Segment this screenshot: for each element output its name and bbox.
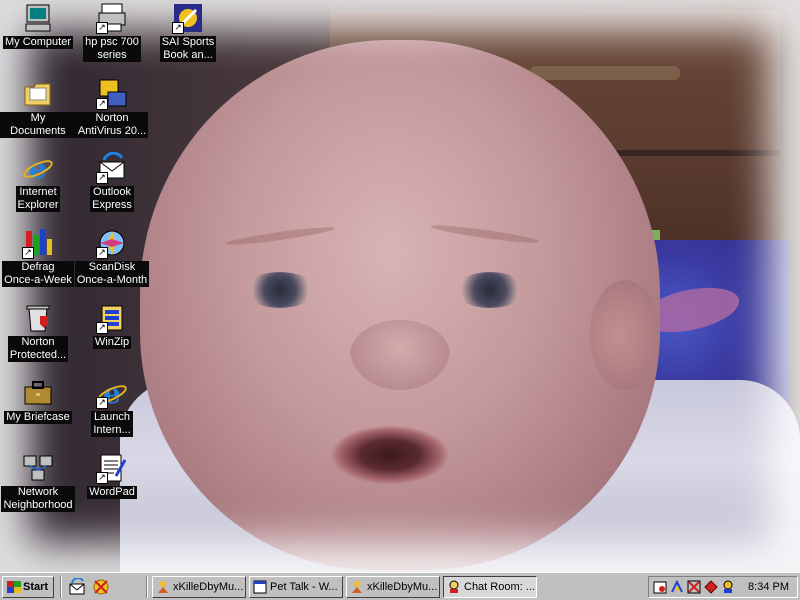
desktop-icon-wordpad[interactable]: ↗ WordPad xyxy=(74,452,150,499)
task-label: Chat Room: ... xyxy=(464,581,535,593)
shield-icon[interactable] xyxy=(704,580,718,594)
internet-explorer-icon: e ↗ xyxy=(96,377,128,410)
taskbar-separator xyxy=(60,576,62,598)
icon-label: Norton Protected... xyxy=(7,336,69,362)
taskbar-separator xyxy=(146,576,148,598)
taskbar: Start xKilleDbyMu... Pet Talk - W... xKi… xyxy=(0,572,800,600)
windows-flag-icon xyxy=(7,581,21,593)
shortcut-arrow-icon: ↗ xyxy=(22,247,34,259)
quick-launch-outlook-express-icon[interactable] xyxy=(68,577,86,596)
icon-label: Internet Explorer xyxy=(15,186,61,212)
document-icon xyxy=(253,580,267,594)
computer-icon xyxy=(22,2,54,34)
chat-icon xyxy=(447,580,461,594)
start-label: Start xyxy=(23,581,49,593)
icon-label: Launch Intern... xyxy=(91,411,133,437)
shortcut-arrow-icon: ↗ xyxy=(96,322,108,334)
desktop-icon-winzip[interactable]: ↗ WinZip xyxy=(74,302,150,349)
scandisk-icon: ↗ xyxy=(96,227,128,259)
icon-label: Network Neighborhood xyxy=(1,486,75,512)
messenger-icon[interactable] xyxy=(721,580,735,594)
clock[interactable]: 8:34 PM xyxy=(748,581,789,593)
icon-label: hp psc 700 series xyxy=(83,36,141,62)
desktop-icon-my-computer[interactable]: My Computer xyxy=(0,2,76,49)
wordpad-icon: ↗ xyxy=(96,452,128,484)
briefcase-icon xyxy=(22,377,54,409)
desktop-icon-scandisk[interactable]: ↗ ScanDisk Once-a-Month xyxy=(74,227,150,287)
desktop-icon-internet-explorer[interactable]: e Internet Explorer xyxy=(0,152,76,212)
shortcut-arrow-icon: ↗ xyxy=(96,98,108,110)
folder-icon xyxy=(22,78,54,110)
icon-label: Outlook Express xyxy=(90,186,134,212)
desktop-icon-hp-psc-700[interactable]: ↗ hp psc 700 series xyxy=(74,2,150,62)
user-icon xyxy=(156,580,170,594)
icon-label: My Documents xyxy=(0,112,76,138)
start-button[interactable]: Start xyxy=(2,576,54,598)
scheduler-icon[interactable] xyxy=(653,580,667,594)
icon-label: My Computer xyxy=(2,36,74,49)
desktop-icon-defrag[interactable]: ↗ Defrag Once-a-Week xyxy=(0,227,76,287)
desktop-icon-norton-antivirus[interactable]: ↗ Norton AntiVirus 20... xyxy=(74,78,150,138)
desktop-icon-network-neighborhood[interactable]: Network Neighborhood xyxy=(0,452,76,512)
desktop-icon-norton-protected-recycle-bin[interactable]: Norton Protected... xyxy=(0,302,76,362)
desktop-icon-sai-sports[interactable]: ↗ SAI Sports Book an... xyxy=(150,2,226,62)
sportsbook-icon: ↗ xyxy=(172,2,204,34)
network-icon xyxy=(22,452,54,484)
desktop-icon-launch-internet[interactable]: e ↗ Launch Intern... xyxy=(74,377,150,437)
recycle-bin-icon xyxy=(22,302,54,334)
task-label: xKilleDbyMu... xyxy=(173,581,244,593)
icon-label: SAI Sports Book an... xyxy=(159,36,217,62)
desktop-icon-my-briefcase[interactable]: My Briefcase xyxy=(0,377,76,424)
system-tray: 8:34 PM xyxy=(648,576,798,598)
icon-label: My Briefcase xyxy=(4,411,72,424)
desktop-icon-my-documents[interactable]: My Documents xyxy=(0,78,76,138)
aol-icon[interactable] xyxy=(670,579,684,594)
shortcut-arrow-icon: ↗ xyxy=(172,22,184,34)
outlook-express-icon: ↗ xyxy=(96,151,128,184)
defrag-icon: ↗ xyxy=(22,227,54,259)
shortcut-arrow-icon: ↗ xyxy=(96,472,108,484)
taskbar-task-pet-talk[interactable]: Pet Talk - W... xyxy=(249,576,343,598)
icon-label: Norton AntiVirus 20... xyxy=(75,112,149,138)
winzip-icon: ↗ xyxy=(96,302,128,334)
printer-icon: ↗ xyxy=(96,2,128,34)
svg-text:e: e xyxy=(29,152,47,184)
icon-label: ScanDisk Once-a-Month xyxy=(74,261,150,287)
task-label: xKilleDbyMu... xyxy=(367,581,438,593)
shortcut-arrow-icon: ↗ xyxy=(96,247,108,259)
icon-label: WordPad xyxy=(87,486,137,499)
icon-label: WinZip xyxy=(92,336,132,349)
taskbar-task-chat-room[interactable]: Chat Room: ... xyxy=(443,576,537,598)
shortcut-arrow-icon: ↗ xyxy=(96,397,108,409)
shortcut-arrow-icon: ↗ xyxy=(96,172,108,184)
task-label: Pet Talk - W... xyxy=(270,581,338,593)
network-status-icon[interactable] xyxy=(687,580,701,594)
taskbar-task-xkilledbymu-1[interactable]: xKilleDbyMu... xyxy=(152,576,246,598)
norton-antivirus-icon: ↗ xyxy=(96,78,128,110)
internet-explorer-icon: e xyxy=(22,152,54,185)
taskbar-task-xkilledbymu-2[interactable]: xKilleDbyMu... xyxy=(346,576,440,598)
desktop-icon-outlook-express[interactable]: ↗ Outlook Express xyxy=(74,151,150,212)
quick-launch-media-icon[interactable] xyxy=(92,578,110,596)
icon-label: Defrag Once-a-Week xyxy=(2,261,74,287)
user-icon xyxy=(350,580,364,594)
shortcut-arrow-icon: ↗ xyxy=(96,22,108,34)
